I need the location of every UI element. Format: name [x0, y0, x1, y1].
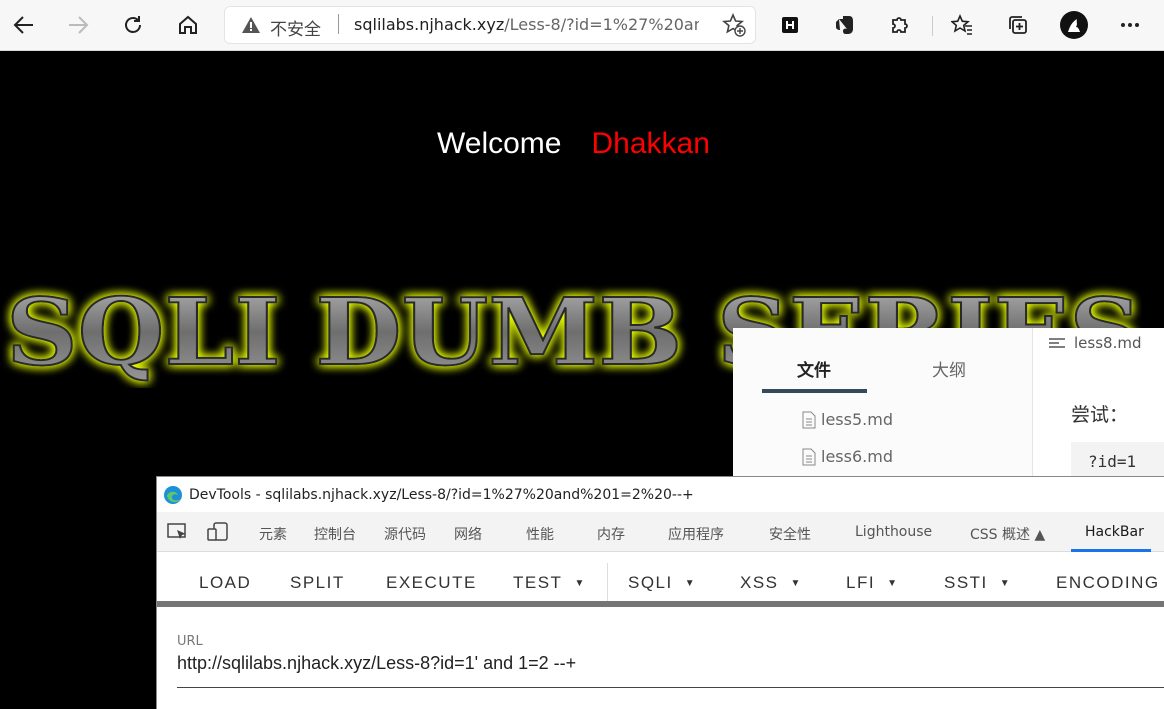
url-field-underline	[177, 687, 1164, 688]
edge-logo-icon	[164, 485, 182, 504]
caret-down-icon: ▼	[887, 578, 899, 589]
more-dots-icon	[1121, 23, 1139, 27]
favorites-star-icon	[951, 14, 972, 35]
caret-down-icon: ▼	[574, 578, 586, 589]
load-button[interactable]: LOAD	[199, 573, 251, 593]
url-field-input[interactable]: http://sqlilabs.njhack.xyz/Less-8?id=1' …	[177, 653, 576, 674]
url-host: sqlilabs.njhack.xyz	[354, 15, 505, 34]
avatar-icon	[1060, 11, 1088, 39]
file-icon	[802, 448, 816, 465]
caret-down-icon: ▼	[999, 578, 1012, 589]
tab-css-overview[interactable]: CSS 概述 ▲	[970, 524, 1045, 544]
welcome-name: Dhakkan	[591, 127, 710, 160]
xss-label: XSS	[740, 573, 779, 592]
tab-security[interactable]: 安全性	[769, 524, 811, 544]
ssti-dropdown[interactable]: SSTI ▼	[944, 573, 1011, 593]
collections-icon	[1009, 16, 1027, 34]
editor-sidebar: 文件 大纲 less5.md less6.md	[733, 328, 1033, 478]
elephant-icon	[836, 16, 853, 34]
device-emulation-icon[interactable]	[207, 522, 229, 542]
puzzle-icon	[892, 17, 908, 33]
tab-network[interactable]: 网络	[454, 524, 482, 544]
execute-button[interactable]: EXECUTE	[386, 573, 477, 593]
devtools-titlebar: DevTools - sqlilabs.njhack.xyz/Less-8/?i…	[157, 477, 1164, 512]
browser-toolbar: 不安全 sqlilabs.njhack.xyz/Less-8/?id=1%27%…	[0, 0, 1164, 51]
tab-memory[interactable]: 内存	[597, 524, 625, 544]
lfi-dropdown[interactable]: LFI ▼	[846, 573, 898, 593]
toolbar-divider	[932, 16, 933, 36]
address-bar[interactable]: 不安全 sqlilabs.njhack.xyz/Less-8/?id=1%27%…	[224, 6, 756, 44]
split-button[interactable]: SPLIT	[290, 573, 345, 593]
tab-lighthouse[interactable]: Lighthouse	[855, 524, 932, 540]
back-arrow-icon	[13, 16, 33, 34]
inspect-element-icon[interactable]	[167, 522, 189, 542]
active-tab-underline	[762, 389, 867, 393]
tab-console[interactable]: 控制台	[314, 524, 356, 544]
markdown-editor-panel: 文件 大纲 less5.md less6.md less8.md 尝试： ?id…	[733, 328, 1164, 478]
current-file-title: less8.md	[1048, 334, 1141, 352]
encoding-dropdown[interactable]: ENCODING	[1056, 573, 1160, 593]
devtools-tabbar: 元素 控制台 源代码 网络 性能 内存 应用程序 安全性 Lighthouse …	[157, 512, 1164, 552]
evernote-extension-button[interactable]	[829, 9, 861, 41]
sqli-label: SQLI	[628, 573, 673, 592]
tab-files[interactable]: 文件	[797, 356, 831, 381]
devtools-window: DevTools - sqlilabs.njhack.xyz/Less-8/?i…	[156, 476, 1164, 709]
hackbar-menu: LOAD SPLIT EXECUTE TEST ▼ SQLI ▼ XSS ▼ LFI ▼…	[157, 553, 1164, 607]
address-separator	[338, 14, 339, 34]
home-button[interactable]	[172, 9, 204, 41]
file-item[interactable]: less5.md	[801, 410, 893, 429]
xss-dropdown[interactable]: XSS ▼	[740, 573, 802, 593]
refresh-icon	[125, 16, 141, 33]
caret-down-icon: ▼	[790, 578, 802, 589]
devtools-title: DevTools - sqlilabs.njhack.xyz/Less-8/?i…	[189, 486, 694, 503]
warning-icon	[242, 17, 260, 33]
tab-outline[interactable]: 大纲	[932, 356, 966, 381]
active-tab-indicator	[1071, 549, 1151, 552]
outline-lines-icon	[1049, 338, 1065, 348]
tab-hackbar[interactable]: HackBar	[1085, 524, 1144, 540]
tab-elements[interactable]: 元素	[259, 524, 287, 544]
tab-performance[interactable]: 性能	[526, 524, 554, 544]
collections-button[interactable]	[1002, 9, 1034, 41]
welcome-text: Welcome Dhakkan	[437, 127, 710, 161]
url-field-label: URL	[177, 634, 203, 649]
add-favorite-icon[interactable]	[722, 13, 746, 37]
editor-code-block: ?id=1	[1071, 442, 1164, 478]
security-label: 不安全	[270, 20, 321, 40]
sqli-dropdown[interactable]: SQLI ▼	[628, 573, 696, 593]
menu-separator	[607, 563, 608, 601]
file-name: less6.md	[821, 447, 893, 466]
forward-button[interactable]	[62, 9, 94, 41]
caret-down-icon: ▼	[684, 578, 697, 589]
file-icon	[802, 411, 816, 428]
ssti-label: SSTI	[944, 573, 988, 592]
file-item[interactable]: less6.md	[801, 447, 893, 466]
favorites-button[interactable]	[946, 9, 978, 41]
tab-application[interactable]: 应用程序	[668, 524, 724, 544]
tab-sources[interactable]: 源代码	[384, 524, 426, 544]
more-menu-button[interactable]	[1114, 9, 1146, 41]
extensions-button[interactable]	[884, 9, 916, 41]
url-path: /Less-8/?id=1%27%20an...	[504, 15, 699, 34]
home-icon	[179, 15, 197, 34]
lfi-label: LFI	[846, 573, 876, 592]
editor-heading: 尝试：	[1071, 404, 1129, 426]
back-button[interactable]	[8, 9, 40, 41]
hackbar-extension-button[interactable]	[774, 9, 806, 41]
refresh-button[interactable]	[117, 9, 149, 41]
hackbar-h-icon	[782, 17, 798, 33]
welcome-label: Welcome	[437, 127, 562, 160]
current-file-name: less8.md	[1074, 334, 1142, 352]
file-name: less5.md	[821, 410, 893, 429]
profile-button[interactable]	[1058, 9, 1090, 41]
url-text: sqlilabs.njhack.xyz/Less-8/?id=1%27%20an…	[354, 15, 699, 34]
test-dropdown[interactable]: TEST ▼	[513, 573, 586, 593]
forward-arrow-icon	[69, 16, 89, 34]
test-label: TEST	[513, 573, 563, 592]
